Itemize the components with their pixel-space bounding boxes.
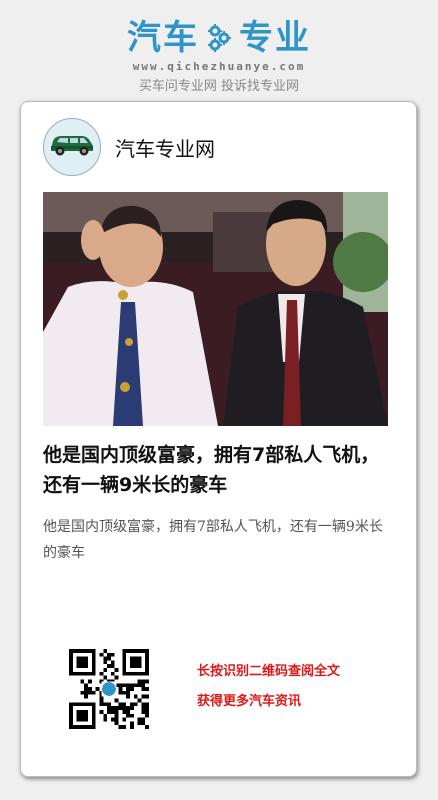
- brand-slogan: 买车问专业网 投诉找专业网: [138, 79, 300, 94]
- car-icon: [48, 132, 96, 162]
- cta-line-read-full: 长按识别二维码查阅全文: [197, 664, 341, 679]
- cta-line-more-news: 获得更多汽车资讯: [197, 694, 302, 709]
- article-summary: 他是国内顶级富豪，拥有7部私人飞机，还有一辆9米长的豪车: [43, 519, 383, 561]
- article-photo: [43, 192, 388, 426]
- brand-url: www.qichezhuanye.com: [132, 60, 306, 73]
- brand-name-right: 专业: [239, 18, 311, 58]
- site-name: 汽车专业网: [115, 136, 215, 161]
- gear-icon: [205, 23, 233, 53]
- brand-header: 汽车 专业 www.qichezhuanye.com 买车问专业网 投诉找专业网: [0, 18, 438, 94]
- article-card[interactable]: 汽车专业网 他是国内顶级富豪，拥有7部私人飞机，还有一辆9米长的豪车 他是国内顶…: [20, 101, 417, 777]
- avatar: [43, 118, 101, 176]
- article-title[interactable]: 他是国内顶级富豪，拥有7部私人飞机，还有一辆9米长的豪车: [43, 440, 393, 500]
- card-header: 汽车专业网: [43, 118, 215, 176]
- call-to-action: 长按识别二维码查阅全文 获得更多汽车资讯: [197, 662, 340, 722]
- brand-name-left: 汽车: [127, 18, 199, 58]
- brand-logo: 汽车 专业: [0, 18, 438, 58]
- qr-code[interactable]: [69, 649, 149, 729]
